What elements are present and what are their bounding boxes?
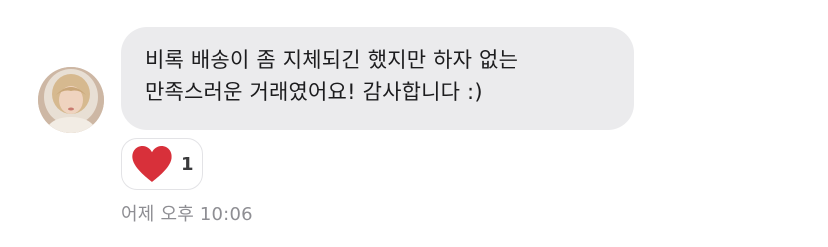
avatar-photo bbox=[38, 67, 104, 133]
chat-message-row: 비록 배송이 좀 지체되긴 했지만 하자 없는 만족스러운 거래였어요! 감사합… bbox=[0, 0, 828, 247]
message-text: 비록 배송이 좀 지체되긴 했지만 하자 없는 만족스러운 거래였어요! 감사합… bbox=[145, 48, 519, 104]
reaction-badge[interactable]: 1 bbox=[121, 138, 203, 190]
avatar[interactable] bbox=[38, 67, 104, 133]
message-bubble[interactable]: 비록 배송이 좀 지체되긴 했지만 하자 없는 만족스러운 거래였어요! 감사합… bbox=[121, 27, 634, 130]
heart-icon bbox=[132, 146, 172, 182]
message-timestamp: 어제 오후 10:06 bbox=[121, 204, 253, 225]
reaction-count: 1 bbox=[181, 153, 194, 175]
